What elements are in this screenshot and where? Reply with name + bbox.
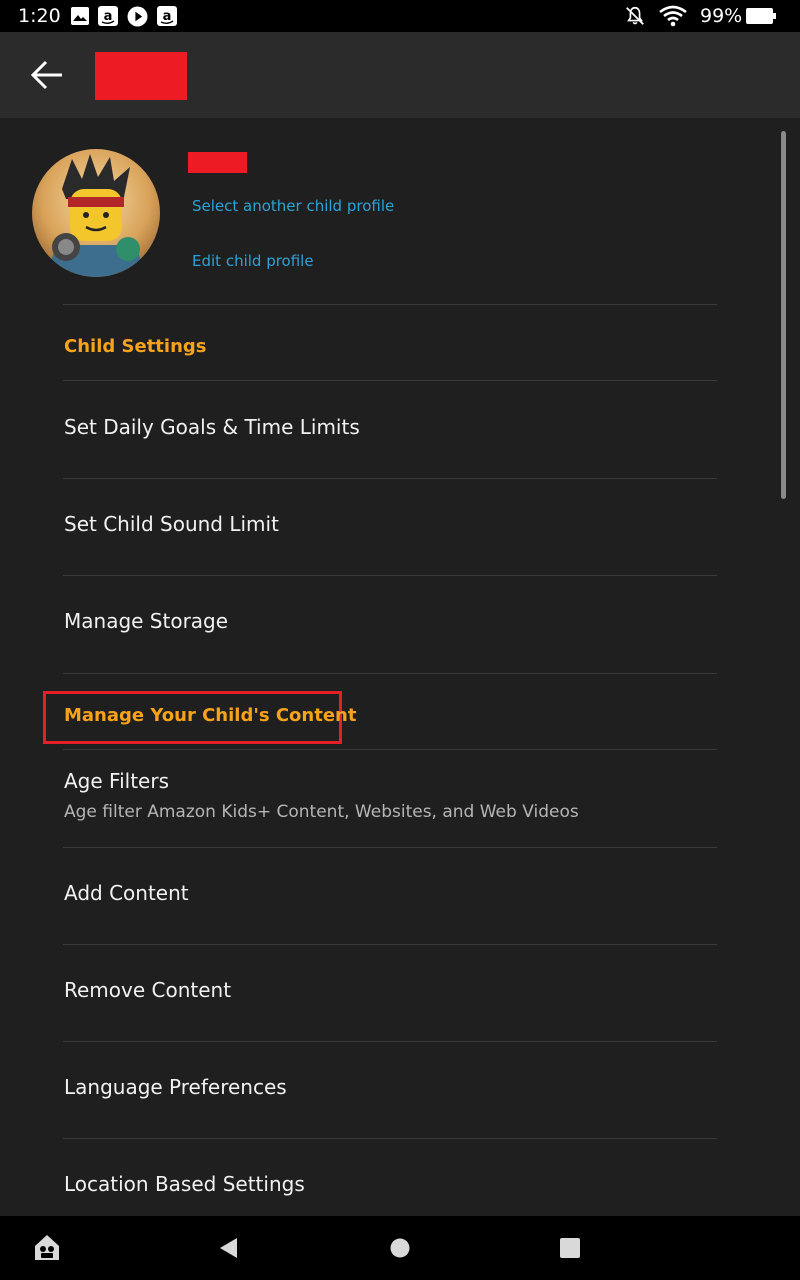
arrow-left-icon <box>30 60 62 90</box>
menu-item-location-settings[interactable]: Location Based Settings <box>0 1139 760 1216</box>
image-icon <box>71 7 89 25</box>
parent-dashboard-button[interactable] <box>32 1232 62 1266</box>
page-title-redacted <box>95 52 187 100</box>
section-header-child-settings: Child Settings <box>64 336 207 357</box>
svg-text:a: a <box>163 9 172 24</box>
menu-item-label: Manage Storage <box>64 609 229 633</box>
house-lock-icon <box>35 1235 59 1260</box>
svg-text:a: a <box>104 9 113 24</box>
menu-item-label: Age Filters <box>64 769 169 793</box>
menu-item-label: Set Daily Goals & Time Limits <box>64 415 360 439</box>
menu-item-label: Set Child Sound Limit <box>64 512 279 536</box>
back-button[interactable] <box>24 52 72 98</box>
edit-profile-link[interactable]: Edit child profile <box>192 252 314 270</box>
square-recents-icon <box>560 1238 580 1258</box>
section-header-manage-content: Manage Your Child's Content <box>64 705 357 726</box>
nav-recents-button[interactable] <box>560 1238 580 1262</box>
menu-item-subtitle: Age filter Amazon Kids+ Content, Website… <box>64 802 579 822</box>
nav-back-button[interactable] <box>218 1237 240 1263</box>
triangle-back-icon <box>220 1238 237 1258</box>
child-name-redacted <box>188 152 247 173</box>
avatar-image <box>32 149 160 277</box>
menu-item-label: Remove Content <box>64 978 232 1002</box>
nav-home-button[interactable] <box>390 1238 410 1262</box>
status-time: 1:20 <box>18 5 61 27</box>
amazon-icon: a <box>157 6 177 26</box>
app-bar <box>0 32 800 118</box>
battery-percent: 99% <box>700 5 743 27</box>
menu-item-daily-goals[interactable]: Set Daily Goals & Time Limits <box>0 381 760 478</box>
child-avatar[interactable] <box>32 149 160 277</box>
menu-item-label: Add Content <box>64 881 189 905</box>
menu-item-label: Location Based Settings <box>64 1172 305 1196</box>
battery-icon <box>746 8 776 24</box>
divider <box>63 304 717 305</box>
navigation-bar <box>0 1216 800 1280</box>
play-icon <box>127 6 148 27</box>
wifi-icon <box>659 5 687 27</box>
circle-home-icon <box>390 1238 410 1258</box>
settings-content[interactable]: Select another child profile Edit child … <box>0 118 800 1216</box>
divider <box>63 673 717 674</box>
menu-item-label: Language Preferences <box>64 1075 287 1099</box>
menu-item-age-filters[interactable]: Age Filters Age filter Amazon Kids+ Cont… <box>0 750 760 847</box>
menu-item-sound-limit[interactable]: Set Child Sound Limit <box>0 479 760 575</box>
menu-item-remove-content[interactable]: Remove Content <box>0 945 760 1041</box>
bell-off-icon <box>626 6 644 25</box>
screen: 1:20 a a 99% Select another child profil… <box>0 0 800 1280</box>
status-bar: 1:20 a a 99% <box>0 0 800 32</box>
scrollbar[interactable] <box>781 131 786 499</box>
menu-item-language-preferences[interactable]: Language Preferences <box>0 1042 760 1138</box>
menu-item-manage-storage[interactable]: Manage Storage <box>0 576 760 673</box>
menu-item-add-content[interactable]: Add Content <box>0 848 760 944</box>
select-another-profile-link[interactable]: Select another child profile <box>192 197 394 215</box>
amazon-icon: a <box>98 6 118 26</box>
